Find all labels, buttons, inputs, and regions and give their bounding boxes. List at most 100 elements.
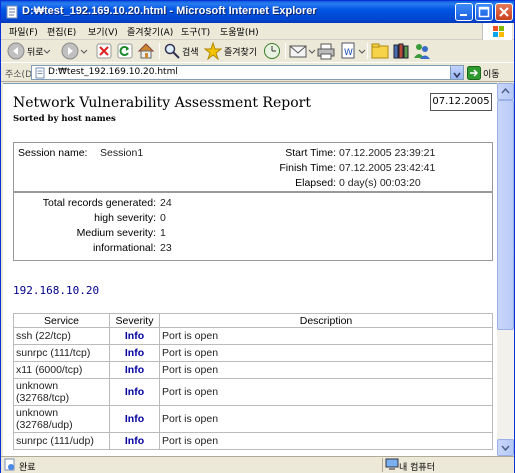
home-icon — [137, 43, 155, 59]
address-bar: 주소(D) D:₩test_192.169.10.20.html 이동 — [1, 62, 514, 82]
forward-arrow-icon — [61, 42, 79, 60]
column-header-service: Service — [13, 313, 110, 328]
menu-file[interactable]: 파일(F) — [9, 25, 38, 38]
menu-help[interactable]: 도움말(H) — [220, 25, 259, 38]
description-cell: Port is open — [159, 344, 493, 362]
high-severity-label: high severity: — [94, 212, 156, 224]
scroll-down-button[interactable] — [497, 439, 514, 456]
scroll-thumb[interactable] — [497, 100, 514, 330]
close-icon — [499, 7, 509, 17]
host-heading[interactable]: 192.168.10.20 — [13, 284, 99, 297]
severity-cell[interactable]: Info — [109, 432, 160, 450]
page-icon — [35, 67, 45, 79]
severity-cell[interactable]: Info — [109, 405, 160, 433]
forward-button[interactable] — [59, 41, 89, 61]
toolbar: 뒤로 검색 즐겨찾기 W — [1, 40, 514, 62]
security-zone: 내 컴퓨터 — [382, 458, 512, 473]
page-done-icon — [4, 458, 15, 471]
chevron-down-icon — [43, 49, 51, 54]
medium-severity-label: Medium severity: — [76, 227, 156, 239]
printer-icon — [317, 43, 335, 60]
status-bar: 완료 내 컴퓨터 — [1, 456, 514, 473]
menu-edit[interactable]: 편집(E) — [47, 25, 76, 38]
stop-button[interactable] — [95, 41, 113, 61]
table-row: x11 (6000/tcp) Info Port is open — [13, 361, 493, 379]
severity-cell[interactable]: Info — [109, 344, 160, 362]
discuss-button[interactable] — [371, 41, 389, 61]
address-input[interactable]: D:₩test_192.169.10.20.html — [31, 65, 464, 80]
document-icon — [6, 5, 18, 19]
windows-flag-icon — [493, 26, 504, 37]
severity-cell[interactable]: Info — [109, 361, 160, 379]
informational-label: informational: — [92, 242, 156, 254]
maximize-icon — [478, 6, 490, 18]
start-time-label: Start Time: — [285, 147, 336, 159]
vertical-scrollbar[interactable] — [497, 83, 514, 456]
close-button[interactable] — [495, 3, 513, 21]
edit-button[interactable]: W — [339, 41, 366, 61]
finish-time-label: Finish Time: — [279, 162, 336, 174]
menu-view[interactable]: 보기(V) — [88, 25, 118, 38]
mail-button[interactable] — [289, 41, 317, 61]
informational-value: 23 — [160, 242, 172, 254]
windows-logo — [482, 23, 512, 40]
stats-panel: Total records generated: 24 high severit… — [13, 192, 493, 261]
menu-favorites[interactable]: 즐겨찾기(A) — [127, 25, 173, 38]
messenger-icon — [414, 44, 430, 59]
scroll-up-button[interactable] — [497, 83, 514, 100]
page-content: Network Vulnerability Assessment Report … — [3, 83, 497, 456]
address-dropdown-button[interactable] — [450, 66, 463, 79]
print-button[interactable] — [317, 41, 335, 61]
chevron-down-icon — [453, 72, 461, 79]
table-row: ssh (22/tcp) Info Port is open — [13, 327, 493, 345]
folder-icon — [371, 43, 389, 59]
messenger-button[interactable] — [413, 41, 431, 61]
services-table: Service Severity Description ssh (22/tcp… — [13, 313, 493, 450]
report-subtitle: Sorted by host names — [13, 114, 116, 124]
session-panel: Session name: Session1 Start Time: 07.12… — [13, 142, 493, 192]
start-time-value: 07.12.2005 23:39:21 — [339, 147, 436, 159]
chevron-down-icon — [358, 49, 366, 54]
severity-cell[interactable]: Info — [109, 378, 160, 406]
ie-window: D:₩test_192.169.10.20.html - Microsoft I… — [0, 0, 515, 473]
service-cell: sunrpc (111/tcp) — [13, 344, 110, 362]
maximize-button[interactable] — [475, 3, 493, 21]
minimize-button[interactable] — [455, 3, 473, 21]
medium-severity-value: 1 — [160, 227, 166, 239]
high-severity-value: 0 — [160, 212, 166, 224]
refresh-icon — [117, 43, 133, 59]
toolbar-separator — [159, 43, 160, 59]
description-cell: Port is open — [159, 378, 493, 406]
search-label: 검색 — [182, 48, 199, 58]
toolbar-separator — [285, 43, 286, 59]
total-records-label: Total records generated: — [42, 197, 156, 209]
star-icon — [204, 42, 222, 60]
research-button[interactable] — [392, 41, 410, 61]
severity-cell[interactable]: Info — [109, 327, 160, 345]
menu-bar: 파일(F) 편집(E) 보기(V) 즐겨찾기(A) 도구(T) 도움말(H) — [1, 23, 514, 40]
status-text: 완료 — [19, 463, 36, 473]
search-button[interactable]: 검색 — [163, 41, 201, 61]
favorites-button[interactable]: 즐겨찾기 — [204, 41, 258, 61]
back-label: 뒤로 — [27, 48, 44, 58]
table-row: unknown (32768/udp) Info Port is open — [13, 405, 493, 433]
history-button[interactable] — [263, 41, 281, 61]
chevron-down-icon — [308, 49, 316, 54]
home-button[interactable] — [137, 41, 155, 61]
menu-tools[interactable]: 도구(T) — [181, 25, 210, 38]
title-bar[interactable]: D:₩test_192.169.10.20.html - Microsoft I… — [1, 1, 514, 23]
refresh-button[interactable] — [116, 41, 134, 61]
session-name-label: Session name: — [18, 147, 88, 159]
toolbar-separator — [367, 43, 368, 59]
history-icon — [264, 43, 280, 59]
back-button[interactable]: 뒤로 — [5, 41, 51, 61]
service-cell: x11 (6000/tcp) — [13, 361, 110, 379]
table-row: unknown (32768/tcp) Info Port is open — [13, 378, 493, 406]
go-button[interactable]: 이동 — [467, 65, 511, 80]
window-title: D:₩test_192.169.10.20.html - Microsoft I… — [22, 5, 317, 17]
session-name-value: Session1 — [100, 147, 144, 159]
report-title: Network Vulnerability Assessment Report — [13, 95, 311, 111]
finish-time-value: 07.12.2005 23:42:41 — [339, 162, 436, 174]
computer-icon — [385, 458, 399, 470]
zone-label: 내 컴퓨터 — [399, 463, 435, 473]
